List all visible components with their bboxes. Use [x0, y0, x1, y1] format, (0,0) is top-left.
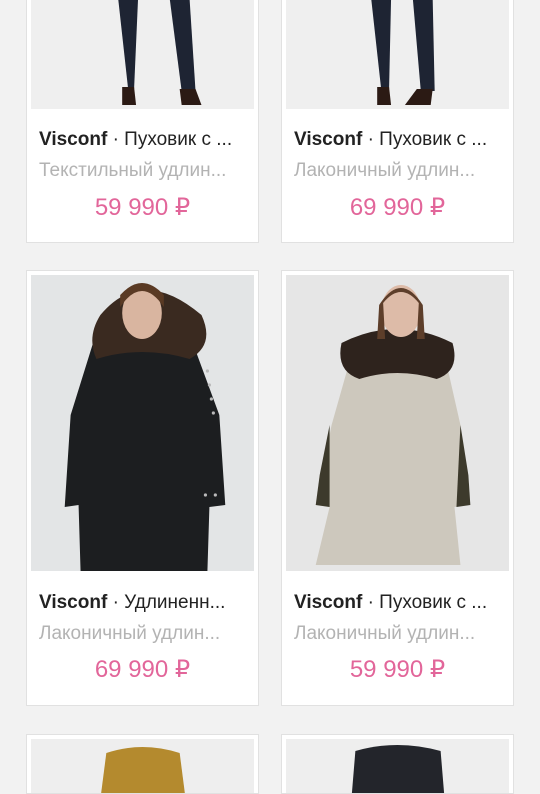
product-title[interactable]: Visconf · Пуховик с ...	[294, 592, 503, 614]
product-image[interactable]	[286, 275, 509, 571]
product-name: Удлиненн...	[124, 592, 226, 613]
title-separator: ·	[367, 592, 374, 613]
product-card[interactable]	[26, 734, 259, 794]
product-image[interactable]	[31, 739, 254, 793]
product-brand: Visconf	[39, 129, 108, 150]
product-brand: Visconf	[294, 129, 363, 150]
product-image[interactable]	[31, 275, 254, 571]
product-description: Лаконичный удлин...	[39, 623, 221, 644]
product-card[interactable]: Visconf · Пуховик с ... Лаконичный удлин…	[281, 270, 514, 706]
product-brand: Visconf	[294, 592, 363, 613]
product-title[interactable]: Visconf · Пуховик с ...	[294, 129, 503, 151]
product-title[interactable]: Visconf · Пуховик с ...	[39, 129, 248, 151]
product-description: Лаконичный удлин...	[294, 623, 476, 644]
title-separator: ·	[112, 129, 119, 150]
product-card[interactable]: Visconf · Удлиненн... Лаконичный удлин..…	[26, 270, 259, 706]
product-price: 59 990 ₽	[94, 194, 191, 221]
product-card[interactable]: Visconf · Пуховик с ... Текстильный удли…	[26, 0, 259, 243]
product-card[interactable]: Visconf · Пуховик с ... Лаконичный удлин…	[281, 0, 514, 243]
product-card[interactable]	[281, 734, 514, 794]
product-price: 59 990 ₽	[349, 656, 446, 683]
product-name: Пуховик с ...	[379, 129, 488, 150]
product-image[interactable]	[31, 0, 254, 109]
title-separator: ·	[367, 129, 374, 150]
product-image[interactable]	[286, 0, 509, 109]
title-separator: ·	[112, 592, 119, 613]
product-image[interactable]	[286, 739, 509, 793]
product-name: Пуховик с ...	[124, 129, 233, 150]
product-price: 69 990 ₽	[349, 194, 446, 221]
product-description: Текстильный удлин...	[39, 160, 227, 181]
product-price: 69 990 ₽	[94, 656, 191, 683]
product-title[interactable]: Visconf · Удлиненн...	[39, 592, 248, 614]
product-name: Пуховик с ...	[379, 592, 488, 613]
product-brand: Visconf	[39, 592, 108, 613]
product-grid: Visconf · Пуховик с ... Текстильный удли…	[0, 0, 540, 794]
product-description: Лаконичный удлин...	[294, 160, 476, 181]
